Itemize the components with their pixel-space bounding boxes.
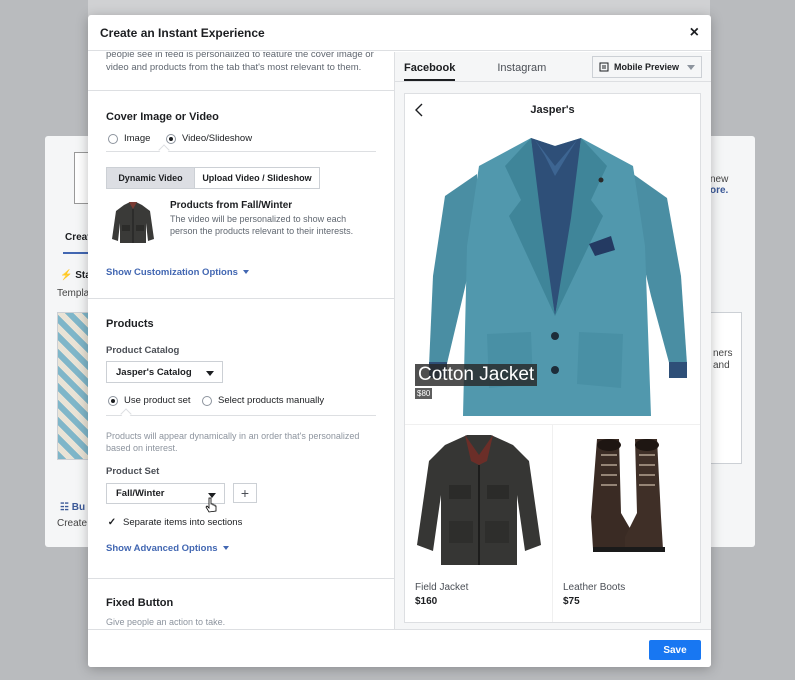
background-right-link: ore. bbox=[710, 185, 729, 196]
segment-dynamic-video[interactable]: Dynamic Video bbox=[107, 168, 195, 188]
fixed-button-desc: Give people an action to take. bbox=[106, 617, 226, 627]
product-source-title: Products from Fall/Winter bbox=[170, 200, 293, 211]
product-set-label: Product Set bbox=[106, 466, 160, 477]
radio-video-slideshow[interactable]: Video/Slideshow bbox=[166, 133, 252, 144]
radio-use-set-dot[interactable] bbox=[108, 395, 118, 406]
cover-section: Cover Image or Video Image Video/Slidesh… bbox=[88, 90, 394, 298]
plus-icon[interactable]: + bbox=[241, 485, 249, 501]
segment-upload-video[interactable]: Upload Video / Slideshow bbox=[195, 168, 319, 188]
settings-pane[interactable]: people see in feed is personalized to fe… bbox=[88, 52, 395, 629]
background-right-text-3: ners bbox=[713, 348, 733, 359]
hero-product[interactable]: Cotton Jacket $80 bbox=[405, 126, 700, 424]
product-card-field-jacket[interactable]: Field Jacket $160 bbox=[405, 425, 553, 622]
preview-brand-name: Jasper's bbox=[530, 104, 575, 116]
catalog-dropdown-value: Jasper's Catalog bbox=[116, 366, 192, 378]
hand-cursor-icon bbox=[205, 497, 217, 513]
radio-video-label: Video/Slideshow bbox=[182, 133, 253, 144]
show-advanced-link[interactable]: Show Advanced Options bbox=[106, 543, 229, 554]
radio-manual-label: Select products manually bbox=[218, 395, 325, 406]
radio-image-label: Image bbox=[124, 133, 151, 144]
product-card-leather-boots[interactable]: Leather Boots $75 bbox=[553, 425, 700, 622]
background-bottom-text: Create bbox=[57, 518, 88, 529]
background-tab-create: Creat bbox=[65, 232, 91, 243]
device-preview-label: Mobile Preview bbox=[614, 62, 680, 72]
field-jacket-thumb-icon bbox=[112, 202, 154, 243]
products-section: Products Product Catalog Jasper's Catalo… bbox=[88, 298, 394, 578]
background-template-image bbox=[57, 312, 89, 460]
modal-title: Create an Instant Experience bbox=[100, 25, 265, 40]
add-product-set-button[interactable]: + bbox=[233, 483, 257, 503]
product-grid: Field Jacket $160 Leather Boots $75 bbox=[405, 424, 700, 622]
products-help-text: Products will appear dynamically in an o… bbox=[106, 431, 360, 453]
checkmark-icon[interactable]: ✓ bbox=[107, 517, 117, 528]
show-customization-label[interactable]: Show Customization Options bbox=[106, 267, 238, 278]
show-advanced-label[interactable]: Show Advanced Options bbox=[106, 543, 218, 554]
list-icon: ☷ bbox=[60, 502, 69, 513]
radio-image-dot[interactable] bbox=[108, 133, 118, 144]
fixed-button-title: Fixed Button bbox=[106, 597, 174, 609]
leather-boots-image bbox=[591, 439, 665, 552]
cover-segmented-control: Dynamic Video Upload Video / Slideshow bbox=[106, 167, 320, 189]
close-button[interactable]: × bbox=[690, 24, 699, 41]
save-button[interactable]: Save bbox=[649, 640, 701, 660]
radio-manual-dot[interactable] bbox=[202, 395, 212, 406]
modal-header: Create an Instant Experience × bbox=[88, 15, 711, 51]
lightning-icon: ⚡ bbox=[60, 270, 73, 281]
products-pointer bbox=[120, 408, 132, 420]
product-name: Field Jacket bbox=[415, 582, 469, 593]
modal-footer: Save bbox=[88, 629, 711, 667]
products-title: Products bbox=[106, 318, 154, 330]
device-preview-select[interactable]: Mobile Preview bbox=[592, 56, 702, 78]
preview-pane: Facebook Instagram Mobile Preview Jasper… bbox=[395, 52, 711, 629]
separate-sections-checkbox[interactable]: ✓ Separate items into sections bbox=[107, 517, 243, 528]
background-row-start: ⚡ Sta bbox=[60, 270, 91, 281]
background-right-text-4: and bbox=[713, 360, 730, 371]
tab-instagram[interactable]: Instagram bbox=[497, 62, 546, 81]
back-arrow-icon[interactable] bbox=[413, 102, 425, 118]
radio-use-set-label: Use product set bbox=[124, 395, 191, 406]
background-top-card bbox=[88, 0, 710, 16]
product-name: Leather Boots bbox=[563, 582, 626, 593]
hero-product-title: Cotton Jacket bbox=[415, 364, 538, 386]
mobile-preview-frame: Jasper's Cotton Jacket $80 Field Jacket … bbox=[404, 93, 701, 623]
hero-product-price: $80 bbox=[415, 388, 433, 399]
caret-down-icon bbox=[206, 371, 214, 376]
tab-facebook[interactable]: Facebook bbox=[404, 62, 456, 81]
radio-video-dot[interactable] bbox=[166, 133, 176, 144]
products-divider bbox=[106, 415, 376, 416]
cover-divider bbox=[106, 151, 376, 152]
background-right-text-1: new bbox=[710, 174, 729, 185]
product-source-desc: The video will be personalized to show e… bbox=[170, 214, 354, 236]
close-icon[interactable]: × bbox=[690, 24, 699, 41]
product-price: $160 bbox=[415, 596, 438, 607]
device-icon bbox=[599, 62, 609, 72]
field-jacket-image bbox=[417, 435, 541, 565]
cover-title: Cover Image or Video bbox=[106, 111, 219, 123]
chevron-down-icon bbox=[222, 546, 229, 551]
separate-sections-label: Separate items into sections bbox=[123, 517, 243, 528]
caret-down-icon bbox=[687, 64, 695, 70]
catalog-dropdown[interactable]: Jasper's Catalog bbox=[106, 361, 223, 383]
preview-tabs: Facebook Instagram Mobile Preview bbox=[395, 52, 711, 82]
cover-pointer bbox=[158, 144, 170, 156]
instant-experience-modal: Create an Instant Experience × people se… bbox=[88, 15, 711, 667]
chevron-down-icon bbox=[242, 270, 249, 275]
catalog-label: Product Catalog bbox=[106, 345, 180, 356]
background-tab-underline bbox=[63, 252, 89, 254]
product-price: $75 bbox=[563, 596, 580, 607]
product-thumbnail bbox=[110, 199, 156, 247]
background-row-template: Templa bbox=[57, 288, 90, 299]
background-bottom-link-label: Bu bbox=[71, 502, 86, 513]
show-customization-link[interactable]: Show Customization Options bbox=[106, 267, 249, 278]
fixed-button-section: Fixed Button Give people an action to ta… bbox=[88, 578, 394, 629]
radio-image[interactable]: Image bbox=[108, 133, 150, 144]
background-right-box bbox=[710, 312, 742, 464]
radio-select-manually[interactable]: Select products manually bbox=[202, 395, 324, 406]
product-set-value: Fall/Winter bbox=[116, 488, 165, 499]
radio-use-product-set[interactable]: Use product set bbox=[108, 395, 191, 406]
intro-text: people see in feed is personalized to fe… bbox=[106, 52, 374, 73]
background-bottom-link: ☷ Bu bbox=[60, 502, 85, 513]
preview-header: Jasper's bbox=[405, 94, 700, 126]
